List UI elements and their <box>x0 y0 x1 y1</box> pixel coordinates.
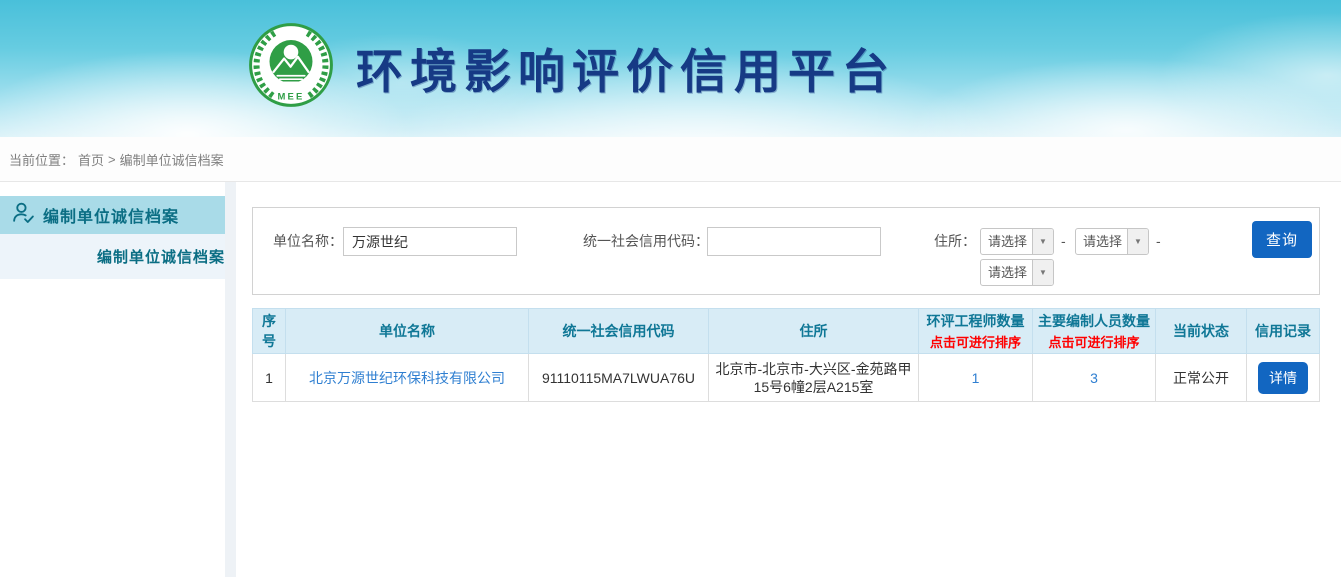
address-label: 住所： <box>934 227 976 255</box>
sidebar-item-credit-archive[interactable]: 编制单位诚信档案 <box>0 234 225 279</box>
chevron-down-icon[interactable]: ▼ <box>1032 229 1053 254</box>
brand-area: MEE 环境影响评价信用平台 <box>248 22 896 113</box>
staff-count-title: 主要编制人员数量 <box>1036 311 1152 331</box>
col-company: 单位名称 <box>286 309 529 354</box>
col-staff-count: 主要编制人员数量 点击可进行排序 <box>1033 309 1156 354</box>
sidebar-subitem-label: 编制单位诚信档案 <box>97 246 225 267</box>
svg-text:MEE: MEE <box>278 91 305 102</box>
address-dash: - <box>1156 228 1161 255</box>
col-credit-code: 统一社会信用代码 <box>529 309 709 354</box>
mee-logo-icon: MEE <box>248 22 334 113</box>
search-panel: 单位名称： 统一社会信用代码： 住所： 请选择 ▼ - 请选择 ▼ - 请选择 … <box>252 207 1320 295</box>
staff-count-link[interactable]: 3 <box>1090 370 1098 386</box>
company-link[interactable]: 北京万源世纪环保科技有限公司 <box>309 370 505 386</box>
site-banner: MEE 环境影响评价信用平台 <box>0 0 1341 137</box>
province-select-value: 请选择 <box>981 229 1032 254</box>
col-credit-record: 信用记录 <box>1247 309 1320 354</box>
table-header-row: 序号 单位名称 统一社会信用代码 住所 环评工程师数量 点击可进行排序 主要编制… <box>253 309 1320 354</box>
breadcrumb-prefix: 当前位置： <box>9 150 74 169</box>
chevron-down-icon[interactable]: ▼ <box>1032 260 1053 285</box>
query-button[interactable]: 查询 <box>1252 221 1312 258</box>
province-select[interactable]: 请选择 ▼ <box>980 228 1054 255</box>
detail-button[interactable]: 详情 <box>1258 362 1308 394</box>
engineer-count-title: 环评工程师数量 <box>922 311 1029 331</box>
col-engineer-count: 环评工程师数量 点击可进行排序 <box>919 309 1033 354</box>
engineer-sort-link[interactable]: 点击可进行排序 <box>922 332 1029 351</box>
district-select-value: 请选择 <box>981 260 1032 285</box>
cell-index: 1 <box>253 354 286 402</box>
col-address: 住所 <box>709 309 919 354</box>
sidebar-item-credit-archive-group[interactable]: 编制单位诚信档案 <box>0 196 225 234</box>
sidebar-item-label: 编制单位诚信档案 <box>43 203 179 227</box>
company-name-label: 单位名称： <box>273 227 343 255</box>
table-row: 1 北京万源世纪环保科技有限公司 91110115MA7LWUA76U 北京市-… <box>253 354 1320 402</box>
sidebar: 编制单位诚信档案 编制单位诚信档案 <box>0 182 225 577</box>
sidebar-divider <box>225 182 236 577</box>
breadcrumb-current: 编制单位诚信档案 <box>120 150 224 169</box>
page-title: 环境影响评价信用平台 <box>356 33 896 102</box>
cell-address: 北京市-北京市-大兴区-金苑路甲15号6幢2层A215室 <box>709 354 919 402</box>
cell-credit-code: 91110115MA7LWUA76U <box>529 354 709 402</box>
cell-status: 正常公开 <box>1156 354 1247 402</box>
district-select[interactable]: 请选择 ▼ <box>980 259 1054 286</box>
address-dash: - <box>1061 228 1066 255</box>
engineer-count-link[interactable]: 1 <box>972 370 980 386</box>
city-select[interactable]: 请选择 ▼ <box>1075 228 1149 255</box>
main-content: 单位名称： 统一社会信用代码： 住所： 请选择 ▼ - 请选择 ▼ - 请选择 … <box>236 182 1341 577</box>
col-status: 当前状态 <box>1156 309 1247 354</box>
col-index: 序号 <box>253 309 286 354</box>
user-check-icon <box>11 200 36 230</box>
breadcrumb-separator: > <box>108 152 116 167</box>
results-table: 序号 单位名称 统一社会信用代码 住所 环评工程师数量 点击可进行排序 主要编制… <box>252 308 1320 402</box>
credit-code-input[interactable] <box>707 227 881 256</box>
chevron-down-icon[interactable]: ▼ <box>1127 229 1148 254</box>
breadcrumb-home-link[interactable]: 首页 <box>78 150 104 169</box>
city-select-value: 请选择 <box>1076 229 1127 254</box>
credit-code-label: 统一社会信用代码： <box>583 227 709 255</box>
company-name-input[interactable] <box>343 227 517 256</box>
breadcrumb: 当前位置： 首页 > 编制单位诚信档案 <box>0 137 1341 182</box>
staff-sort-link[interactable]: 点击可进行排序 <box>1036 332 1152 351</box>
